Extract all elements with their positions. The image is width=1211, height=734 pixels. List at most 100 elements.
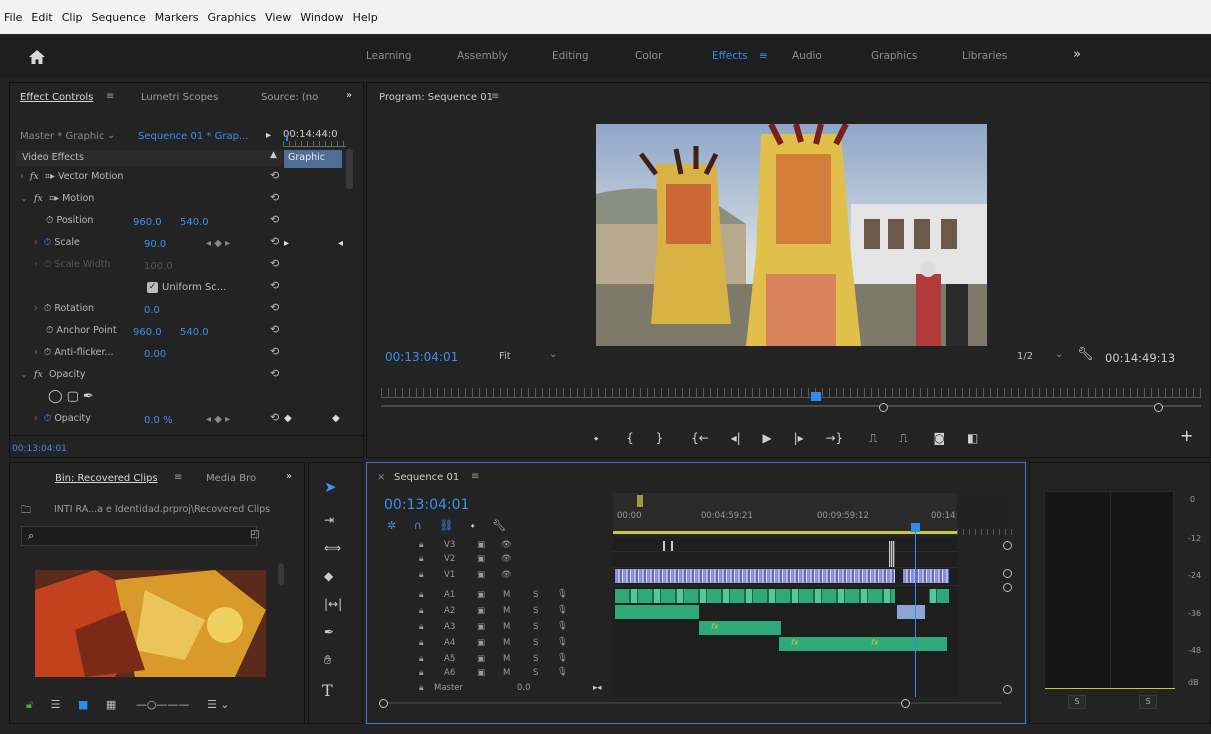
- track-a6-label[interactable]: A6: [444, 668, 455, 678]
- position-x-value[interactable]: 960.0: [133, 217, 162, 228]
- a3-clip[interactable]: fx: [699, 621, 781, 635]
- ellipse-mask-icon[interactable]: ◯: [48, 389, 67, 404]
- panel-menu-icon[interactable]: ≡: [106, 91, 114, 102]
- step-back-icon[interactable]: ◂|: [731, 431, 741, 445]
- a2-clip[interactable]: [615, 605, 699, 619]
- track-scroll-handle[interactable]: [1003, 569, 1012, 578]
- reset-icon[interactable]: ⟲: [270, 213, 279, 226]
- menu-markers[interactable]: Markers: [155, 11, 199, 24]
- go-to-in-icon[interactable]: {←: [691, 431, 709, 445]
- list-view-icon[interactable]: ☰: [51, 698, 61, 711]
- ec-playhead[interactable]: [286, 135, 288, 141]
- tab-bin-recovered-clips[interactable]: Bin: Recovered Clips: [55, 473, 158, 484]
- reset-icon[interactable]: ⟲: [270, 411, 279, 424]
- compare-view-icon[interactable]: ◧: [967, 431, 978, 445]
- reset-icon[interactable]: ⟲: [270, 257, 279, 270]
- go-to-out-icon[interactable]: →}: [826, 431, 844, 445]
- panel-menu-icon[interactable]: ≡: [174, 472, 182, 483]
- nest-toggle-icon[interactable]: ✲: [387, 519, 396, 532]
- timeline-ruler[interactable]: 00:00 00:04:59:21 00:09:59:12 00:14:59:0…: [613, 493, 983, 535]
- play-icon[interactable]: ▶: [763, 431, 772, 445]
- reset-icon[interactable]: ⟲: [270, 345, 279, 358]
- panel-menu-icon[interactable]: ≡: [491, 91, 499, 102]
- resolution-dropdown[interactable]: 1/2: [1017, 351, 1033, 362]
- go-to-end-icon[interactable]: ▸◂: [593, 683, 602, 693]
- bin-scrollbar[interactable]: [278, 563, 284, 585]
- icon-view-icon[interactable]: ■: [78, 698, 88, 711]
- wrench-icon[interactable]: 🔧︎: [492, 519, 506, 532]
- new-bin-icon[interactable]: ◰: [250, 529, 259, 540]
- workspace-graphics[interactable]: Graphics: [871, 50, 917, 62]
- close-icon[interactable]: ×: [377, 472, 385, 483]
- track-select-tool-icon[interactable]: ⇥: [324, 513, 334, 527]
- program-video-frame[interactable]: [596, 124, 987, 346]
- keyframe-nav-icon[interactable]: ◂ ◆ ▸: [206, 414, 230, 425]
- zoom-handle-left[interactable]: [379, 699, 388, 708]
- program-playhead[interactable]: [811, 392, 821, 401]
- motion-row[interactable]: ⌄ fx ⌗▸ Motion: [20, 193, 94, 211]
- zoom-slider[interactable]: —○———: [136, 698, 190, 711]
- track-a2-label[interactable]: A2: [444, 606, 455, 616]
- mark-in-icon[interactable]: {: [626, 431, 634, 445]
- program-time-ruler[interactable]: [381, 388, 1201, 398]
- track-a5-label[interactable]: A5: [444, 654, 455, 664]
- fit-dropdown[interactable]: Fit: [499, 351, 511, 362]
- reset-icon[interactable]: ⟲: [270, 279, 279, 292]
- add-marker-icon[interactable]: ⬩: [471, 519, 475, 532]
- lock-icon[interactable]: 🔓︎: [26, 698, 33, 711]
- ec-footer-timecode[interactable]: 00:13:04:01: [12, 444, 67, 454]
- anchor-x-value[interactable]: 960.0: [133, 327, 162, 338]
- zoom-handle-left[interactable]: [879, 403, 888, 412]
- vector-motion-row[interactable]: › fx ⌗▸ Vector Motion: [20, 171, 123, 189]
- rectangle-mask-icon[interactable]: ▢: [67, 389, 83, 404]
- reset-icon[interactable]: ⟲: [270, 323, 279, 336]
- track-scroll-handle[interactable]: [1003, 583, 1012, 592]
- step-forward-icon[interactable]: |▸: [794, 431, 804, 445]
- track-scroll-handle[interactable]: [1003, 541, 1012, 550]
- timeline-timecode[interactable]: 00:13:04:01: [384, 497, 469, 513]
- sequence-clip-dropdown[interactable]: Sequence 01 * Grap...: [138, 131, 248, 142]
- opacity-section-row[interactable]: ⌄ fx Opacity: [20, 369, 85, 387]
- clip-thumbnail[interactable]: [35, 570, 266, 677]
- pen-mask-icon[interactable]: ✒: [83, 389, 98, 404]
- workspace-assembly[interactable]: Assembly: [457, 50, 508, 62]
- tab-effect-controls[interactable]: Effect Controls: [20, 92, 93, 103]
- solo-right-button[interactable]: S: [1139, 695, 1157, 709]
- reset-icon[interactable]: ⟲: [270, 169, 279, 182]
- razor-tool-icon[interactable]: ◆: [324, 569, 333, 583]
- position-y-value[interactable]: 540.0: [180, 217, 209, 228]
- reset-icon[interactable]: ⟲: [270, 367, 279, 380]
- home-icon[interactable]: [28, 49, 46, 65]
- lift-icon[interactable]: ⎍: [869, 431, 877, 445]
- track-scroll-handle[interactable]: [1003, 685, 1012, 694]
- add-button-icon[interactable]: +: [1180, 426, 1193, 445]
- program-timecode[interactable]: 00:13:04:01: [385, 350, 458, 364]
- bin-search-input[interactable]: ⌕: [21, 526, 257, 546]
- ec-scrollbar[interactable]: [346, 149, 353, 189]
- menu-window[interactable]: Window: [300, 11, 343, 24]
- track-a1-label[interactable]: A1: [444, 590, 455, 600]
- menu-graphics[interactable]: Graphics: [208, 11, 257, 24]
- track-v2-label[interactable]: V2: [444, 554, 455, 564]
- timeline-playhead-handle[interactable]: [911, 523, 920, 532]
- menu-help[interactable]: Help: [353, 11, 378, 24]
- menu-sequence[interactable]: Sequence: [92, 11, 146, 24]
- track-a3-label[interactable]: A3: [444, 622, 455, 632]
- menu-view[interactable]: View: [265, 11, 291, 24]
- workspace-effects[interactable]: Effects: [712, 50, 748, 62]
- tab-lumetri-scopes[interactable]: Lumetri Scopes: [141, 92, 218, 103]
- zoom-scrollbar[interactable]: [381, 405, 1201, 407]
- a2-selected-clip[interactable]: [897, 605, 925, 619]
- play-only-icon[interactable]: ▸: [266, 130, 271, 141]
- chevron-down-icon[interactable]: ⌄: [549, 349, 557, 360]
- selection-tool-icon[interactable]: ➤: [324, 480, 337, 495]
- work-area-bar[interactable]: [613, 531, 957, 534]
- workspace-overflow-icon[interactable]: »: [1073, 47, 1081, 62]
- workspace-learning[interactable]: Learning: [366, 50, 412, 62]
- track-v3-label[interactable]: V3: [444, 540, 455, 550]
- camera-icon[interactable]: ◙: [934, 431, 946, 445]
- anchor-y-value[interactable]: 540.0: [180, 327, 209, 338]
- hand-tool-icon[interactable]: ✋︎: [324, 653, 331, 668]
- track-v1-label[interactable]: V1: [444, 570, 455, 580]
- ripple-edit-tool-icon[interactable]: ⟺: [324, 541, 341, 555]
